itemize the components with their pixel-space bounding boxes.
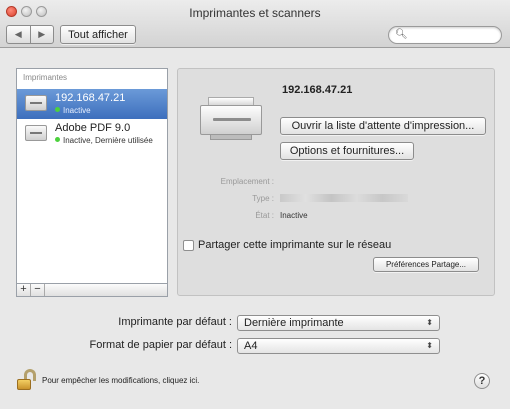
type-value-redacted: [280, 194, 408, 202]
selected-printer-title: 192.168.47.21: [282, 84, 353, 96]
printer-list-header: Imprimantes: [23, 73, 68, 82]
status-dot-icon: [55, 137, 60, 142]
default-paper-label: Format de papier par défaut :: [89, 339, 232, 351]
title-bar: Imprimantes et scanners ◀ ▶ Tout affiche…: [0, 0, 510, 48]
printer-name: 192.168.47.21: [55, 92, 126, 104]
printer-status-text: Inactive, Dernière utilisée: [63, 136, 153, 145]
printer-list: Imprimantes 192.168.47.21 Inactive Adobe…: [16, 68, 168, 296]
sharing-preferences-button[interactable]: Préférences Partage...: [373, 257, 479, 272]
options-supplies-button[interactable]: Options et fournitures...: [280, 142, 414, 160]
default-paper-value: A4: [244, 340, 258, 352]
default-paper-popup[interactable]: A4 ⬍: [237, 338, 440, 354]
printer-name: Adobe PDF 9.0: [55, 122, 131, 134]
share-printer-checkbox[interactable]: [183, 240, 194, 251]
printer-status: Inactive, Dernière utilisée: [55, 136, 153, 145]
printer-list-footer: + −: [16, 283, 168, 297]
state-label: État :: [255, 211, 274, 220]
lock-icon[interactable]: [17, 369, 37, 391]
default-printer-popup[interactable]: Dernière imprimante ⬍: [237, 315, 440, 331]
location-label: Emplacement :: [220, 177, 274, 186]
default-printer-label: Imprimante par défaut :: [118, 316, 232, 328]
printer-icon: [25, 95, 47, 111]
back-forward-control: ◀ ▶: [6, 25, 54, 44]
printer-icon: [25, 125, 47, 141]
preferences-window: Imprimantes et scanners ◀ ▶ Tout affiche…: [0, 0, 510, 409]
status-dot-icon: [55, 107, 60, 112]
type-label: Type :: [252, 194, 274, 203]
share-printer-label[interactable]: Partager cette imprimante sur le réseau: [198, 239, 391, 251]
default-printer-value: Dernière imprimante: [244, 317, 344, 329]
printer-status-text: Inactive: [63, 106, 91, 115]
add-printer-button[interactable]: +: [17, 284, 31, 296]
open-print-queue-button[interactable]: Ouvrir la liste d'attente d'impression..…: [280, 117, 486, 135]
printer-list-item[interactable]: Adobe PDF 9.0 Inactive, Dernière utilisé…: [17, 119, 167, 149]
search-icon: 🔍︎: [395, 29, 408, 40]
popup-arrows-icon: ⬍: [426, 341, 433, 350]
search-field[interactable]: 🔍︎: [388, 26, 502, 44]
lock-message[interactable]: Pour empêcher les modifications, cliquez…: [42, 376, 199, 385]
printer-large-icon: [200, 97, 262, 141]
state-value: Inactive: [280, 211, 308, 220]
popup-arrows-icon: ⬍: [426, 318, 433, 327]
forward-arrow-icon[interactable]: ▶: [29, 26, 54, 43]
printer-status: Inactive: [55, 106, 91, 115]
printer-list-item-selected[interactable]: 192.168.47.21 Inactive: [17, 89, 167, 119]
back-arrow-icon[interactable]: ◀: [7, 26, 30, 43]
help-button[interactable]: ?: [474, 373, 490, 389]
show-all-button[interactable]: Tout afficher: [60, 25, 136, 44]
remove-printer-button[interactable]: −: [31, 284, 45, 296]
window-title: Imprimantes et scanners: [189, 6, 321, 20]
